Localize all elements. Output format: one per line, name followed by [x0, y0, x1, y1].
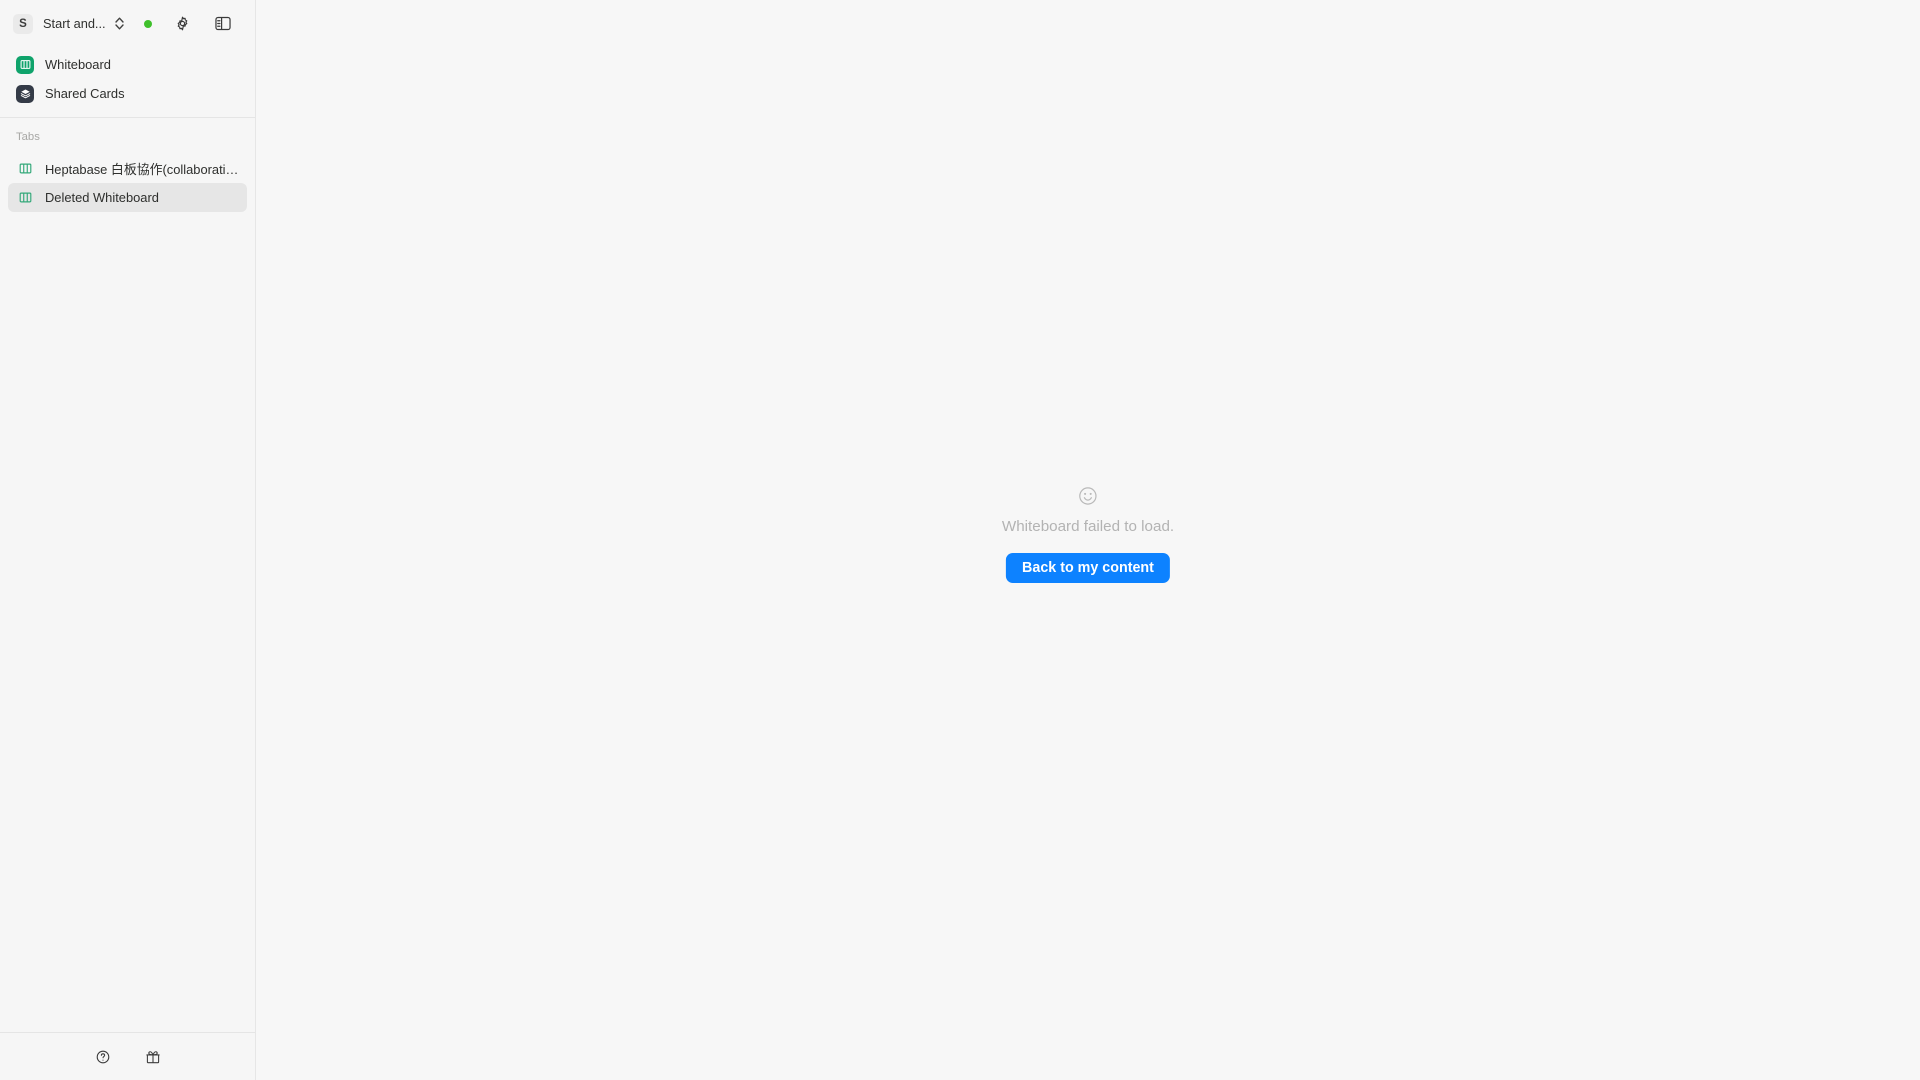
back-to-my-content-button[interactable]: Back to my content — [1006, 553, 1170, 583]
app-root: S Start and... Whiteboard Shared Cards T… — [0, 0, 1920, 1080]
gear-icon[interactable] — [172, 13, 194, 35]
sidebar-footer — [0, 1032, 255, 1080]
question-circle-icon[interactable] — [92, 1046, 114, 1068]
workspace-avatar[interactable]: S — [13, 13, 33, 34]
whiteboard-outline-icon — [16, 189, 34, 207]
workspace-name[interactable]: Start and... — [43, 16, 106, 31]
smiley-face-icon — [1077, 485, 1099, 507]
tab-deleted-whiteboard[interactable]: Deleted Whiteboard — [8, 183, 247, 212]
tab-heptabase-collaboration[interactable]: Heptabase 白板協作(collaboration) — [8, 154, 247, 183]
chevron-up-down-icon[interactable] — [113, 14, 127, 34]
sidebar-nav: Whiteboard Shared Cards — [0, 47, 255, 117]
tabs-heading: Tabs — [16, 131, 40, 143]
tab-label: Deleted Whiteboard — [45, 190, 159, 205]
sidebar-toggle-icon[interactable] — [212, 13, 234, 35]
whiteboard-error-state: Whiteboard failed to load. Back to my co… — [1002, 485, 1174, 583]
tabs-section: Tabs Heptabase 白板協作(collaboration) Delet… — [0, 118, 255, 1032]
gift-icon[interactable] — [142, 1046, 164, 1068]
tab-label: Heptabase 白板協作(collaboration) — [45, 162, 239, 177]
status-dot — [143, 19, 152, 28]
error-message: Whiteboard failed to load. — [1001, 518, 1175, 535]
sidebar-item-whiteboard[interactable]: Whiteboard — [8, 50, 247, 79]
layers-icon — [16, 84, 34, 103]
whiteboard-icon — [16, 55, 34, 74]
sidebar-item-label: Shared Cards — [45, 86, 125, 101]
sidebar-item-label: Whiteboard — [45, 57, 111, 72]
sidebar: S Start and... Whiteboard Shared Cards T… — [0, 0, 256, 1080]
sidebar-item-shared-cards[interactable]: Shared Cards — [8, 79, 247, 108]
main-content: Whiteboard failed to load. Back to my co… — [256, 0, 1920, 1080]
whiteboard-outline-icon — [16, 160, 34, 178]
sidebar-topbar: S Start and... — [0, 0, 255, 47]
